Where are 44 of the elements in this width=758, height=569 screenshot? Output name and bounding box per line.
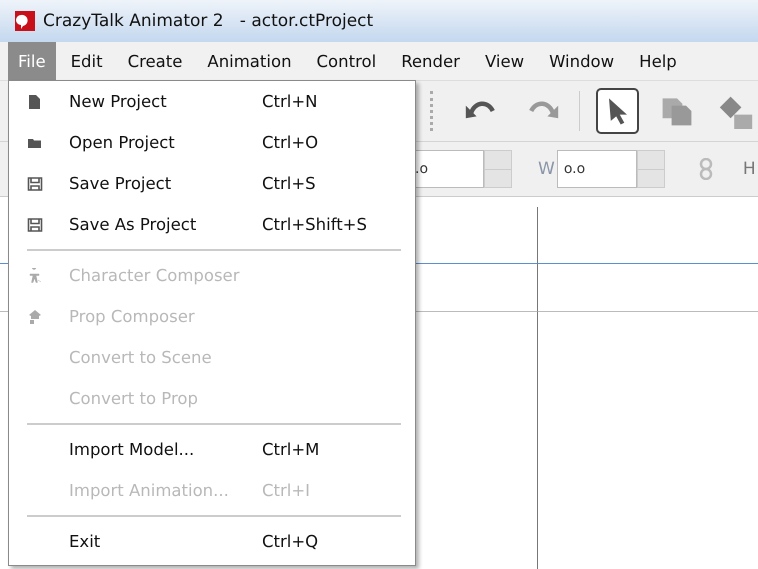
menu-item[interactable]: Render [391,42,470,80]
menu-option-label: Open Project [69,133,176,152]
app-logo-icon [15,11,35,31]
shortcut-label: Ctrl+M [262,440,320,459]
menu-option[interactable]: Exit Ctrl+Q [9,521,415,562]
window-title: CrazyTalk Animator 2 - actor.ctProject [43,11,374,31]
menu-item[interactable]: Window [539,42,624,80]
shortcut-label: Ctrl+S [262,174,316,193]
menu-option[interactable]: Save As Project Ctrl+Shift+S [9,204,415,245]
menu-option-label: Save As Project [69,215,198,234]
link-icon[interactable] [698,158,713,180]
menu-option[interactable]: New Project Ctrl+N [9,81,415,122]
shortcut-label: Ctrl+Shift+S [262,215,367,234]
menu-item[interactable]: Animation [197,42,302,80]
shortcut-label: Ctrl+I [262,481,310,500]
shortcut-label: Ctrl+Q [262,532,318,551]
menu-item[interactable]: Control [306,42,386,80]
menu-option-label: Save Project [69,174,172,193]
menu-option-label: Import Animation... [69,481,230,500]
menu-option[interactable]: Save Project Ctrl+S [9,163,415,204]
page-icon [27,94,43,110]
width-field[interactable]: o.o [556,150,637,188]
menu-option[interactable]: Import Model... Ctrl+M [9,429,415,470]
menu-option-label: Exit [69,532,102,551]
menu-item[interactable]: Create [118,42,192,80]
menu-option-label: Convert to Scene [69,348,213,367]
menu-item[interactable]: View [474,42,534,80]
menu-option-label: Convert to Prop [69,389,199,408]
menu-option-label: New Project [69,92,168,111]
height-label: H [742,159,756,179]
shortcut-label: Ctrl+O [262,133,318,152]
menu-option-label: Prop Composer [69,307,196,326]
width-label: W [538,159,555,179]
menu-item[interactable]: Help [629,42,687,80]
menu-option-label: Import Model... [69,440,196,459]
menu-option[interactable]: Open Project Ctrl+O [9,122,415,163]
menu-item[interactable]: Edit [60,42,113,80]
shortcut-label: Ctrl+N [262,92,318,111]
x-field[interactable]: .o [414,150,484,188]
spinner-arrows[interactable] [484,150,512,188]
figure-icon [27,268,43,284]
select-tool-button[interactable] [596,88,640,134]
menu-option-label: Character Composer [69,266,240,285]
spinner-arrows[interactable] [636,150,665,188]
